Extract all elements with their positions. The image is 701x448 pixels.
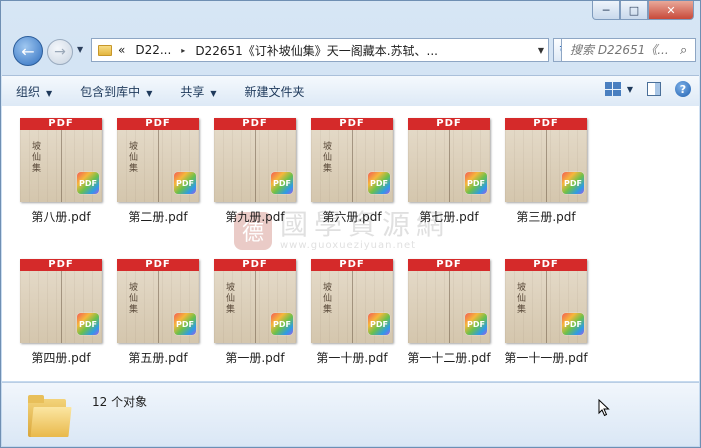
search-box[interactable]: ⌕: [561, 38, 696, 62]
include-in-library-menu[interactable]: 包含到库中 ▼: [66, 83, 166, 100]
include-in-library-label: 包含到库中: [80, 84, 141, 99]
caption-buttons: ─ □ ✕: [592, 1, 694, 20]
preview-pane-icon[interactable]: [647, 82, 661, 96]
file-item[interactable]: PDF PDF 第三册.pdf: [498, 108, 594, 228]
forward-arrow-icon: →: [54, 44, 66, 60]
change-view-button[interactable]: ▼: [604, 82, 633, 96]
pdf-band-label: PDF: [505, 259, 587, 271]
file-name: 第一十二册.pdf: [407, 351, 491, 365]
new-folder-label: 新建文件夹: [244, 84, 305, 99]
minimize-button[interactable]: ─: [592, 1, 620, 20]
chevron-down-icon: ▼: [210, 88, 217, 98]
pdf-band-label: PDF: [408, 118, 490, 130]
back-arrow-icon: ←: [21, 41, 35, 61]
file-item[interactable]: PDF 坡仙集 PDF 第八册.pdf: [13, 108, 109, 228]
view-controls: ▼ ?: [604, 81, 691, 97]
thumbnail-text: 坡仙集: [323, 142, 333, 174]
file-name: 第七册.pdf: [419, 210, 479, 224]
file-name: 第八册.pdf: [31, 210, 91, 224]
new-folder-button[interactable]: 新建文件夹: [231, 83, 319, 100]
navigation-bar: ← → ▼ « D22... ▸ D22651《订补坡仙集》天一阁藏本.苏轼、.…: [9, 35, 696, 67]
search-icon[interactable]: ⌕: [680, 43, 687, 58]
pdf-band-label: PDF: [311, 118, 393, 130]
file-item[interactable]: PDF 坡仙集 PDF 第五册.pdf: [110, 249, 206, 369]
file-item[interactable]: PDF 坡仙集 PDF 第二册.pdf: [110, 108, 206, 228]
file-item[interactable]: PDF 坡仙集 PDF 第一十一册.pdf: [498, 249, 594, 369]
pdf-band-label: PDF: [311, 259, 393, 271]
pdf-app-icon: PDF: [77, 172, 99, 194]
chevron-down-icon: ▼: [626, 84, 633, 94]
breadcrumb-separator-icon[interactable]: ▸: [181, 46, 185, 55]
pdf-band-label: PDF: [117, 259, 199, 271]
file-item[interactable]: PDF PDF 第一十二册.pdf: [401, 249, 497, 369]
pdf-app-icon: PDF: [174, 172, 196, 194]
file-name: 第二册.pdf: [128, 210, 188, 224]
breadcrumb-current[interactable]: D22651《订补坡仙集》天一阁藏本.苏轼、...: [195, 42, 438, 59]
file-item[interactable]: PDF 坡仙集 PDF 第六册.pdf: [304, 108, 400, 228]
search-input[interactable]: [570, 43, 678, 57]
file-item[interactable]: PDF 坡仙集 PDF 第一十册.pdf: [304, 249, 400, 369]
thumbnail-text: 坡仙集: [323, 283, 333, 315]
pdf-band-label: PDF: [20, 118, 102, 130]
file-list: 德 國學資源網 www.guoxueziyuan.net PDF 坡仙集 PDF 第八…: [2, 106, 699, 381]
thumbnail-text: 坡仙集: [517, 283, 527, 315]
pdf-band-label: PDF: [408, 259, 490, 271]
address-dropdown-icon[interactable]: ▼: [538, 46, 544, 55]
file-name: 第九册.pdf: [225, 210, 285, 224]
share-menu[interactable]: 共享 ▼: [166, 83, 230, 100]
breadcrumb-overflow[interactable]: «: [118, 43, 125, 57]
command-bar: 组织 ▼ 包含到库中 ▼ 共享 ▼ 新建文件夹 ▼ ?: [2, 75, 699, 107]
pdf-band-label: PDF: [117, 118, 199, 130]
share-label: 共享: [180, 84, 205, 99]
pdf-band-label: PDF: [20, 259, 102, 271]
chevron-down-icon: ▼: [146, 88, 153, 98]
pdf-app-icon: PDF: [562, 313, 584, 335]
details-pane: 12 个对象: [2, 382, 699, 446]
close-button[interactable]: ✕: [648, 1, 694, 20]
pdf-app-icon: PDF: [562, 172, 584, 194]
help-icon[interactable]: ?: [675, 81, 691, 97]
pdf-band-label: PDF: [214, 118, 296, 130]
maximize-button[interactable]: □: [620, 1, 648, 20]
view-grid-icon: [604, 82, 621, 96]
back-button[interactable]: ←: [13, 36, 43, 66]
file-item[interactable]: PDF PDF 第四册.pdf: [13, 249, 109, 369]
thumbnail-text: 坡仙集: [32, 142, 42, 174]
file-name: 第一十册.pdf: [316, 351, 388, 365]
folder-icon: [28, 395, 72, 437]
item-count: 12 个对象: [92, 395, 148, 409]
thumbnail-text: 坡仙集: [129, 142, 139, 174]
pdf-app-icon: PDF: [271, 172, 293, 194]
pdf-app-icon: PDF: [465, 172, 487, 194]
thumbnail-text: 坡仙集: [129, 283, 139, 315]
thumbnail-text: 坡仙集: [226, 283, 236, 315]
pdf-app-icon: PDF: [465, 313, 487, 335]
breadcrumb-parent[interactable]: D22...: [135, 43, 171, 57]
file-name: 第一十一册.pdf: [504, 351, 588, 365]
pdf-app-icon: PDF: [368, 313, 390, 335]
pdf-band-label: PDF: [214, 259, 296, 271]
address-bar[interactable]: « D22... ▸ D22651《订补坡仙集》天一阁藏本.苏轼、... ▼: [91, 38, 549, 62]
pdf-app-icon: PDF: [271, 313, 293, 335]
file-name: 第五册.pdf: [128, 351, 188, 365]
pdf-app-icon: PDF: [368, 172, 390, 194]
file-name: 第四册.pdf: [31, 351, 91, 365]
pdf-band-label: PDF: [505, 118, 587, 130]
file-name: 第一册.pdf: [225, 351, 285, 365]
file-item[interactable]: PDF PDF 第九册.pdf: [207, 108, 303, 228]
folder-icon: [98, 44, 112, 56]
chevron-down-icon: ▼: [46, 88, 53, 98]
file-item[interactable]: PDF 坡仙集 PDF 第一册.pdf: [207, 249, 303, 369]
file-name: 第三册.pdf: [516, 210, 576, 224]
organize-menu[interactable]: 组织 ▼: [2, 83, 66, 100]
pdf-app-icon: PDF: [174, 313, 196, 335]
file-item[interactable]: PDF PDF 第七册.pdf: [401, 108, 497, 228]
pdf-app-icon: PDF: [77, 313, 99, 335]
forward-button[interactable]: →: [47, 39, 73, 65]
explorer-window: ─ □ ✕ ← → ▼ « D22... ▸ D22651《订补坡仙集》天一阁藏…: [0, 0, 701, 448]
recent-pages-dropdown[interactable]: ▼: [77, 45, 83, 54]
organize-label: 组织: [16, 84, 41, 99]
file-name: 第六册.pdf: [322, 210, 382, 224]
mouse-pointer-icon: [598, 399, 610, 417]
